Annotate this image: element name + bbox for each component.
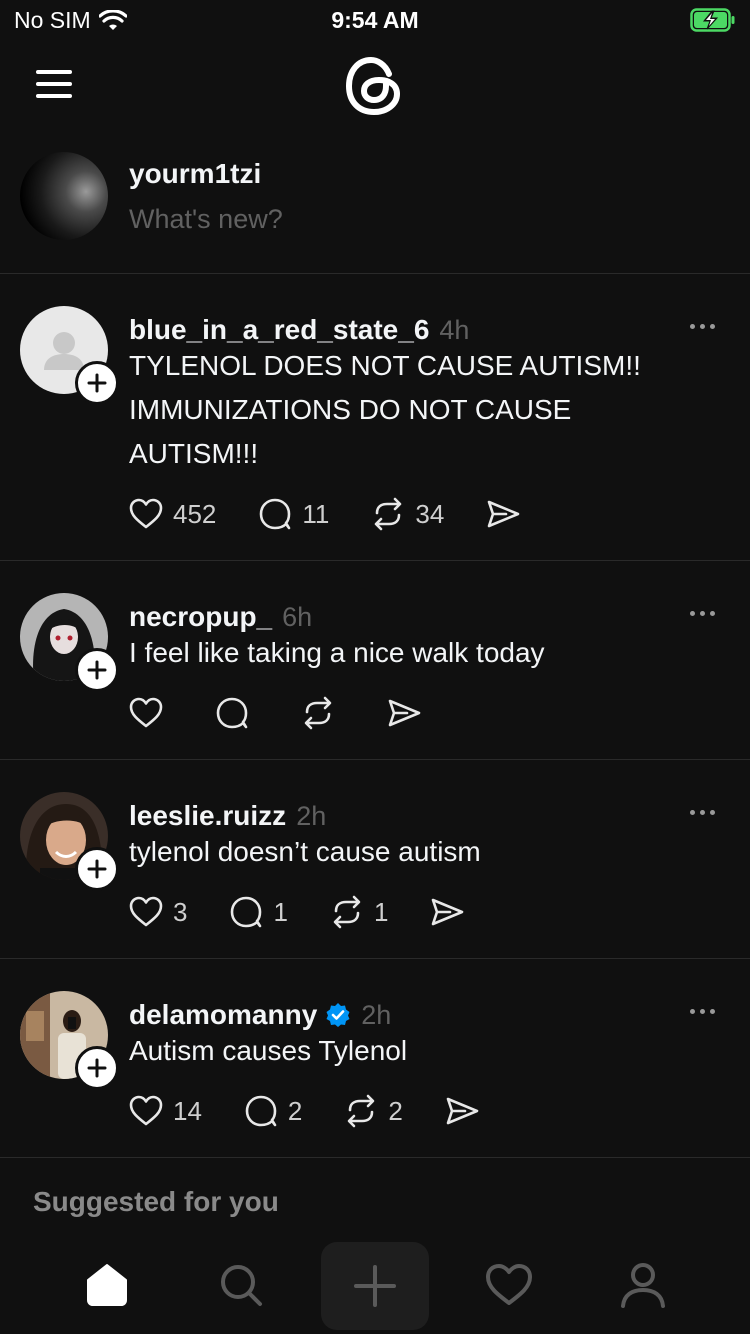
thread-post[interactable]: delamomanny 2h Autism causes Tylenol 14 … (0, 959, 750, 1158)
post-actions: 3 1 1 (127, 892, 506, 932)
more-options-icon[interactable] (690, 804, 720, 820)
post-time: 2h (296, 800, 327, 831)
status-time: 9:54 AM (331, 7, 419, 33)
like-button[interactable]: 452 (127, 495, 216, 533)
post-header: blue_in_a_red_state_6 4h (129, 314, 469, 346)
comment-button[interactable]: 1 (227, 893, 288, 931)
follow-plus-icon[interactable] (75, 847, 119, 891)
heart-icon (129, 896, 163, 927)
share-button[interactable] (428, 893, 466, 931)
threads-logo-icon[interactable] (341, 52, 409, 120)
more-options-icon[interactable] (690, 1003, 720, 1019)
status-bar: No SIM 9:54 AM (0, 0, 750, 40)
repost-count: 34 (415, 498, 445, 529)
create-icon (354, 1265, 396, 1307)
like-button[interactable]: 14 (127, 1092, 202, 1130)
share-button[interactable] (385, 694, 423, 732)
comment-count: 11 (302, 498, 330, 529)
verified-badge-icon (326, 1003, 350, 1027)
heart-icon (129, 498, 163, 529)
more-options-icon[interactable] (690, 605, 720, 621)
post-actions: 452 11 34 (127, 494, 562, 534)
comment-count: 2 (287, 1095, 303, 1126)
post-text: tylenol doesn’t cause autism (129, 836, 481, 867)
suggested-for-you-heading: Suggested for you (33, 1186, 279, 1217)
search-icon (221, 1265, 262, 1306)
post-header: necropup_ 6h (129, 601, 312, 633)
like-count: 14 (173, 1095, 202, 1126)
comment-icon (245, 1095, 277, 1127)
like-count: 452 (173, 498, 217, 529)
comment-icon (231, 896, 262, 928)
like-count: 3 (173, 896, 188, 927)
tab-create[interactable] (321, 1242, 429, 1330)
tab-activity[interactable] (459, 1240, 559, 1330)
battery-charging-icon (690, 8, 736, 32)
post-username[interactable]: delamomanny (129, 999, 317, 1031)
repost-icon (375, 497, 402, 531)
post-text: TYLENOL DOES NOT CAUSE AUTISM!! IMMUNIZA… (129, 350, 641, 469)
menu-icon[interactable] (36, 70, 76, 100)
new-thread-composer[interactable]: yourm1tzi What's new? (0, 140, 750, 274)
thread-post[interactable]: leeslie.ruizz 2h tylenol doesn’t cause a… (0, 760, 750, 959)
send-icon (488, 500, 520, 528)
repost-icon (304, 696, 332, 730)
profile-icon (621, 1263, 665, 1308)
repost-button[interactable]: 2 (342, 1092, 403, 1130)
comment-button[interactable] (213, 694, 251, 732)
home-icon (87, 1264, 127, 1306)
post-username[interactable]: leeslie.ruizz (129, 800, 286, 832)
post-username[interactable]: necropup_ (129, 601, 272, 633)
activity-heart-icon (486, 1264, 532, 1305)
post-time: 6h (282, 601, 313, 632)
post-actions (127, 693, 463, 733)
composer-username: yourm1tzi (129, 158, 262, 189)
tab-home[interactable] (57, 1240, 157, 1330)
comment-count: 1 (273, 896, 288, 927)
heart-icon (129, 1095, 163, 1126)
like-button[interactable] (127, 694, 165, 732)
heart-icon (129, 697, 163, 728)
post-header: leeslie.ruizz 2h (129, 800, 326, 832)
post-time: 4h (439, 314, 470, 345)
repost-button[interactable] (299, 694, 337, 732)
follow-plus-icon[interactable] (75, 648, 119, 692)
send-icon (432, 898, 464, 926)
post-text: I feel like taking a nice walk today (129, 637, 545, 668)
send-icon (388, 699, 421, 727)
repost-icon (333, 895, 361, 929)
repost-button[interactable]: 1 (328, 893, 388, 931)
post-actions: 14 2 2 (127, 1091, 521, 1131)
repost-icon (348, 1094, 375, 1128)
more-options-icon[interactable] (690, 318, 720, 334)
avatar[interactable] (20, 152, 108, 240)
thread-post[interactable]: blue_in_a_red_state_6 4h TYLENOL DOES NO… (0, 274, 750, 561)
whats-new-input[interactable]: What's new? (129, 204, 283, 235)
share-button[interactable] (443, 1092, 481, 1130)
comment-icon (260, 498, 291, 530)
post-header: delamomanny 2h (129, 999, 391, 1031)
bottom-tab-bar (0, 1240, 750, 1334)
post-username[interactable]: blue_in_a_red_state_6 (129, 314, 429, 346)
thread-post[interactable]: necropup_ 6h I feel like taking a nice w… (0, 561, 750, 760)
share-button[interactable] (484, 495, 522, 533)
post-time: 2h (361, 999, 392, 1030)
post-text: Autism causes Tylenol (129, 1035, 408, 1066)
tab-profile[interactable] (593, 1240, 693, 1330)
repost-button[interactable]: 34 (369, 495, 444, 533)
repost-count: 1 (373, 896, 389, 927)
comment-button[interactable]: 11 (256, 495, 329, 533)
comment-icon (216, 697, 248, 729)
tab-search[interactable] (191, 1240, 291, 1330)
like-button[interactable]: 3 (127, 893, 187, 931)
send-icon (446, 1097, 479, 1125)
comment-button[interactable]: 2 (242, 1092, 302, 1130)
repost-count: 2 (388, 1095, 403, 1126)
follow-plus-icon[interactable] (75, 1046, 119, 1090)
follow-plus-icon[interactable] (75, 361, 119, 405)
